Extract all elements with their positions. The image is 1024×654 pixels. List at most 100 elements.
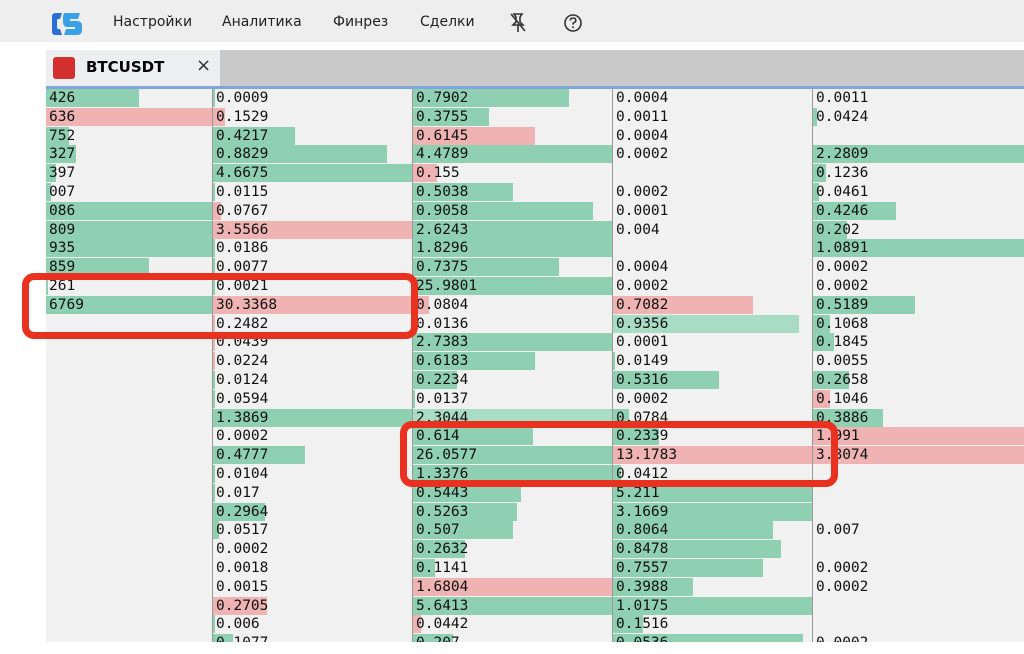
cluster-cell[interactable]: 0.9356	[613, 314, 813, 333]
cluster-cell[interactable]: 0.0439	[213, 333, 413, 352]
cluster-cell[interactable]: 0.0149	[613, 352, 813, 371]
cluster-cell[interactable]: 0.0004	[613, 127, 813, 145]
cluster-cell[interactable]: 0.3755	[413, 107, 613, 126]
cluster-cell[interactable]: 0.0009	[213, 89, 413, 107]
cluster-cell[interactable]: 1.3869	[213, 408, 413, 427]
cluster-cell[interactable]: 0.0004	[613, 258, 813, 276]
cluster-cell[interactable]: 0.0412	[613, 465, 813, 483]
cluster-cell[interactable]: 0.2964	[213, 502, 413, 521]
cluster-cell[interactable]: 0.1068	[813, 314, 1024, 333]
cluster-cell[interactable]: 0.0784	[613, 408, 813, 427]
cluster-cell[interactable]: 0.0804	[413, 295, 613, 314]
cluster-cell[interactable]: 0.0002	[613, 390, 813, 408]
cluster-cell[interactable]: 0.0002	[213, 540, 413, 558]
cluster-cell[interactable]: 0.1141	[413, 559, 613, 577]
cluster-cell[interactable]: 0.0011	[813, 89, 1024, 107]
cluster-cell[interactable]: 0.7375	[413, 258, 613, 277]
cluster-cell[interactable]: 0.0442	[413, 615, 613, 634]
cluster-cell[interactable]: 2.2809	[813, 145, 1024, 164]
cluster-cell[interactable]: 1.991	[813, 427, 1024, 446]
cluster-cell[interactable]: 0.0424	[813, 107, 1024, 126]
cluster-cell[interactable]: 0.1845	[813, 333, 1024, 352]
cluster-cell[interactable]: 752	[46, 126, 212, 145]
cluster-cell[interactable]: 0.0001	[613, 333, 813, 351]
menu-item-settings[interactable]: Настройки	[113, 14, 192, 30]
cluster-cell[interactable]: 0.0104	[213, 465, 413, 483]
cluster-cell[interactable]: 0.7557	[613, 559, 813, 577]
cluster-cell[interactable]: 0.0002	[613, 277, 813, 295]
cluster-cell[interactable]: 0.1046	[813, 389, 1024, 408]
cluster-cell[interactable]: 0.2705	[213, 596, 413, 615]
cluster-cell[interactable]: 0.207	[413, 634, 613, 642]
cluster-cell[interactable]: 0.1077	[213, 634, 413, 642]
cluster-cell[interactable]: 0.0001	[613, 202, 813, 220]
cluster-cell[interactable]: 0.8064	[613, 521, 813, 540]
cluster-cell[interactable]: 0.202	[813, 220, 1024, 239]
cluster-cell[interactable]: 0.8829	[213, 145, 413, 164]
cluster-cell[interactable]: 0.2632	[413, 540, 613, 559]
cluster-cell[interactable]: 0.0002	[813, 578, 1024, 596]
tab-btcusdt[interactable]: BTCUSDT ×	[46, 50, 220, 86]
cluster-cell[interactable]: 0.4217	[213, 126, 413, 145]
cluster-cell[interactable]: 0.0002	[813, 277, 1024, 295]
cluster-cell[interactable]: 0.4777	[213, 446, 413, 465]
cluster-cell[interactable]: 0.3886	[813, 408, 1024, 427]
cluster-cell[interactable]: 0.006	[213, 615, 413, 634]
cluster-cell[interactable]: 0.7082	[613, 295, 813, 314]
cluster-cell[interactable]: 0.155	[413, 164, 613, 183]
cluster-cell[interactable]: 0.4246	[813, 201, 1024, 220]
cluster-cell[interactable]: 0.0124	[213, 371, 413, 389]
cluster-cell[interactable]: 0.0055	[813, 352, 1024, 370]
cluster-cell[interactable]: 0.8478	[613, 540, 813, 559]
cluster-cell[interactable]: 0.0011	[613, 108, 813, 126]
cluster-cell[interactable]: 25.9801	[413, 277, 613, 295]
cluster-cell[interactable]: 261	[46, 277, 212, 295]
cluster-cell[interactable]: 2.6243	[413, 220, 613, 239]
cluster-cell[interactable]: 1.0175	[613, 596, 813, 615]
cluster-cell[interactable]: 5.6413	[413, 596, 613, 615]
cluster-cell[interactable]: 0.1236	[813, 164, 1024, 183]
cluster-cell[interactable]: 5.211	[613, 483, 813, 502]
cluster-cell[interactable]: 0.0015	[213, 578, 413, 596]
cluster-cell[interactable]: 086	[46, 201, 212, 220]
cluster-grid[interactable]: 426 636 752 327 397 007 086 809 935 859 261 6769 0.0…	[46, 89, 1024, 642]
cluster-cell[interactable]: 636	[46, 107, 212, 126]
cluster-cell[interactable]: 0.007	[813, 521, 1024, 539]
help-icon[interactable]	[563, 13, 583, 33]
cluster-cell[interactable]: 0.0002	[213, 427, 413, 445]
cluster-cell[interactable]: 1.3376	[413, 465, 613, 483]
cluster-cell[interactable]: 0.0536	[613, 634, 813, 642]
cluster-cell[interactable]: 0.0767	[213, 201, 413, 220]
cluster-cell[interactable]: 0.0186	[213, 239, 413, 258]
cluster-cell[interactable]: 3.1669	[613, 502, 813, 521]
cluster-cell[interactable]: 0.5263	[413, 502, 613, 521]
cluster-cell[interactable]: 2.3044	[413, 408, 613, 427]
cluster-cell[interactable]: 0.5189	[813, 295, 1024, 314]
menu-item-finres[interactable]: Финрез	[333, 14, 388, 30]
cluster-cell[interactable]: 0.5038	[413, 183, 613, 201]
cluster-cell[interactable]: 0.0224	[213, 352, 413, 371]
cluster-cell[interactable]: 0.2234	[413, 371, 613, 389]
cluster-cell[interactable]: 0.0115	[213, 183, 413, 201]
cluster-cell[interactable]: 426	[46, 89, 212, 107]
cluster-cell[interactable]: 0.2658	[813, 371, 1024, 389]
cluster-cell-max-volume[interactable]: 26.0577	[413, 446, 613, 465]
cluster-cell[interactable]: 0.0002	[813, 258, 1024, 276]
cluster-cell[interactable]: 0.2339	[613, 427, 813, 446]
cluster-cell[interactable]: 1.0891	[813, 239, 1024, 258]
cluster-cell[interactable]: 397	[46, 164, 212, 183]
cluster-cell[interactable]: 0.6183	[413, 352, 613, 371]
cluster-cell[interactable]: 0.0461	[813, 183, 1024, 201]
cluster-cell[interactable]: 0.1516	[613, 615, 813, 634]
cluster-cell[interactable]: 4.4789	[413, 145, 613, 164]
cluster-cell[interactable]: 859	[46, 258, 212, 277]
cluster-cell[interactable]: 0.0021	[213, 277, 413, 295]
cluster-cell-max-volume[interactable]: 30.3368	[213, 295, 413, 314]
cluster-cell[interactable]: 0.0594	[213, 389, 413, 408]
menu-item-analytics[interactable]: Аналитика	[222, 14, 302, 30]
cluster-cell[interactable]: 0.0004	[613, 89, 813, 107]
cluster-cell-max-volume[interactable]: 6769	[46, 295, 212, 314]
cluster-cell[interactable]: 0.0002	[813, 634, 1024, 642]
cluster-cell[interactable]: 0.7902	[413, 89, 613, 107]
cluster-cell[interactable]: 327	[46, 145, 212, 164]
